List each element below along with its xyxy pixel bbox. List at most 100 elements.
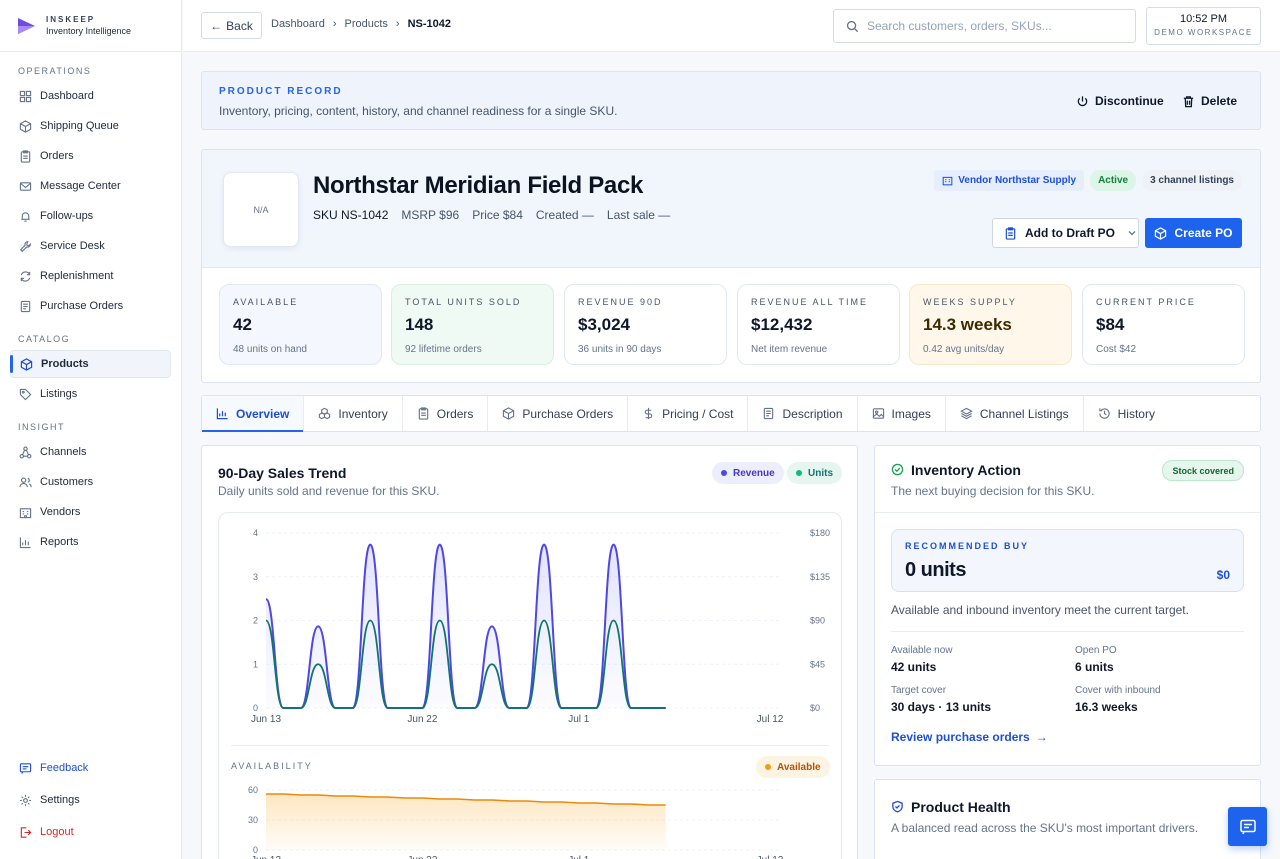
breadcrumb-separator: › — [395, 18, 400, 30]
tab-purchase-orders[interactable]: Purchase Orders — [488, 396, 629, 431]
brand[interactable]: INSKEEP Inventory Intelligence — [0, 0, 181, 52]
add-to-draft-po-button[interactable]: Add to Draft PO — [992, 218, 1139, 248]
product-badges: Vendor Northstar Supply Active 3 channel… — [934, 170, 1242, 191]
legend-revenue[interactable]: Revenue — [712, 462, 784, 484]
legend-units-label: Units — [808, 467, 833, 479]
stat-total-units-sold: TOTAL UNITS SOLD 148 92 lifetime orders — [391, 284, 554, 365]
sidebar-item-channels[interactable]: Channels — [10, 438, 171, 466]
stat-label: REVENUE 90D — [578, 297, 663, 307]
workspace-clock: 10:52 PM DEMO WORKSPACE — [1146, 7, 1261, 45]
stat-sub: 0.42 avg units/day — [923, 344, 1005, 355]
product-sku: SKU NS-1042 — [313, 208, 389, 222]
tab-history[interactable]: History — [1084, 396, 1169, 431]
arrow-right-icon: → — [1035, 730, 1048, 744]
stat-sub: 48 units on hand — [233, 344, 307, 355]
delete-button[interactable]: Delete — [1182, 94, 1237, 108]
sidebar-item-vendors[interactable]: Vendors — [10, 498, 171, 526]
kv-open-po: Open PO 6 units — [1075, 645, 1117, 674]
sidebar-item-label: Dashboard — [40, 90, 94, 102]
building-icon — [942, 176, 953, 186]
sidebar-item-logout[interactable]: Logout — [10, 817, 172, 847]
review-purchase-orders-link[interactable]: Review purchase orders → — [891, 730, 1048, 744]
product-meta: SKU NS-1042 MSRP $96 Price $84 Created —… — [313, 208, 670, 222]
sidebar-item-label: Orders — [40, 150, 74, 162]
tab-pricing-cost[interactable]: Pricing / Cost — [628, 396, 749, 431]
sidebar-item-replenishment[interactable]: Replenishment — [10, 262, 171, 290]
boxes-icon — [319, 407, 331, 420]
sidebar-item-customers[interactable]: Customers — [10, 468, 171, 496]
breadcrumb-dashboard[interactable]: Dashboard — [271, 18, 325, 30]
breadcrumb: Dashboard › Products › NS-1042 — [271, 18, 451, 30]
tab-overview[interactable]: Overview — [202, 396, 305, 432]
stat-sub: Cost $42 — [1096, 344, 1137, 355]
review-link-label: Review purchase orders — [891, 730, 1030, 744]
bar-chart-icon — [216, 408, 228, 420]
sidebar-item-settings[interactable]: Settings — [10, 785, 172, 815]
search-box[interactable] — [833, 9, 1136, 43]
chevron-down-icon — [1128, 231, 1136, 236]
sidebar-item-label: Replenishment — [40, 270, 114, 282]
product-thumbnail[interactable]: N/A — [223, 172, 299, 247]
y-left-tick-label: 0 — [253, 703, 258, 713]
sidebar-item-shipping-queue[interactable]: Shipping Queue — [10, 112, 171, 140]
back-button[interactable]: ← Back — [201, 12, 262, 39]
vendor-badge[interactable]: Vendor Northstar Supply — [934, 170, 1085, 191]
stat-label: AVAILABLE — [233, 297, 299, 307]
legend-available[interactable]: Available — [756, 756, 830, 778]
delete-label: Delete — [1201, 94, 1238, 108]
discontinue-button[interactable]: Discontinue — [1076, 94, 1164, 108]
nav-section-label: INSIGHT — [18, 422, 66, 432]
sidebar-item-label: Reports — [40, 536, 79, 548]
search-input[interactable] — [867, 19, 1107, 33]
tab-orders[interactable]: Orders — [403, 396, 489, 431]
sidebar-item-listings[interactable]: Listings — [10, 380, 171, 408]
tab-images[interactable]: Images — [858, 396, 946, 431]
nav-section-label: CATALOG — [18, 334, 71, 344]
legend-dot — [796, 470, 802, 476]
channel-listings-badge: 3 channel listings — [1142, 170, 1242, 191]
stat-sub: Net item revenue — [751, 344, 828, 355]
sales-trend-subtitle: Daily units sold and revenue for this SK… — [218, 484, 440, 498]
add-to-draft-po-label: Add to Draft PO — [1025, 226, 1115, 240]
y-right-tick-label: $90 — [810, 616, 825, 626]
y-tick-label: 30 — [248, 815, 258, 825]
sidebar-item-label: Feedback — [40, 762, 89, 774]
sidebar-item-purchase-orders[interactable]: Purchase Orders — [10, 292, 171, 320]
sidebar-item-follow-ups[interactable]: Follow-ups — [10, 202, 171, 230]
stat-sub: 36 units in 90 days — [578, 344, 662, 355]
bell-icon — [21, 211, 30, 222]
sidebar-item-products[interactable]: Products — [10, 350, 171, 378]
chat-button[interactable] — [1228, 807, 1267, 846]
breadcrumb-products[interactable]: Products — [345, 18, 388, 30]
check-circle-icon — [891, 463, 904, 476]
kv-target-cover: Target cover 30 days · 13 units — [891, 685, 991, 714]
stat-weeks-supply: WEEKS SUPPLY 14.3 weeks 0.42 avg units/d… — [909, 284, 1072, 365]
gear-icon — [19, 794, 32, 806]
sidebar-item-orders[interactable]: Orders — [10, 142, 171, 170]
stat-label: CURRENT PRICE — [1096, 297, 1196, 307]
y-tick-label: 60 — [248, 785, 258, 795]
tag-icon — [19, 388, 32, 400]
recommended-buy-cost: $0 — [1216, 568, 1230, 582]
sidebar-item-message-center[interactable]: Message Center — [10, 172, 171, 200]
sidebar-item-reports[interactable]: Reports — [10, 528, 171, 556]
tab-label: Description — [782, 406, 843, 421]
y-left-tick-label: 1 — [253, 659, 258, 669]
stat-revenue-90d: REVENUE 90D $3,024 36 units in 90 days — [564, 284, 727, 365]
tab-label: Channel Listings — [979, 406, 1069, 421]
create-po-button[interactable]: Create PO — [1145, 218, 1242, 248]
legend-units[interactable]: Units — [787, 462, 842, 484]
recommended-buy-card: RECOMMENDED BUY 0 units $0 — [891, 529, 1244, 592]
sidebar-item-feedback[interactable]: Feedback — [10, 753, 172, 783]
sidebar-item-dashboard[interactable]: Dashboard — [10, 82, 171, 110]
product-header: N/A Northstar Meridian Field Pack SKU NS… — [202, 150, 1260, 268]
sidebar-item-service-desk[interactable]: Service Desk — [10, 232, 171, 260]
tab-channel-listings[interactable]: Channel Listings — [946, 396, 1084, 431]
stat-value: 148 — [405, 315, 434, 334]
breadcrumb-separator: › — [332, 18, 337, 30]
tab-description[interactable]: Description — [748, 396, 858, 431]
x-tick-label: Jul 1 — [568, 714, 590, 725]
tab-label: Overview — [236, 406, 290, 421]
tab-inventory[interactable]: Inventory — [304, 396, 403, 431]
product-tabs: Overview Inventory Orders Purchase Order… — [201, 395, 1261, 432]
